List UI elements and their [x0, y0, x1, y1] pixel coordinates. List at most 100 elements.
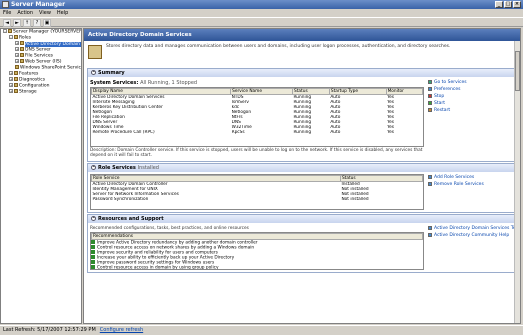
folder-icon: [14, 77, 18, 81]
tree-node-label: Diagnostics: [19, 77, 46, 83]
tree-node-label: File Services: [25, 53, 53, 59]
role-services-section: ⌃ Role Services Installed Role Service Sta…: [87, 163, 517, 213]
task-link[interactable]: Go to Services: [428, 79, 514, 86]
system-services-counts: All Running, 1 Stopped: [140, 80, 198, 86]
task-link[interactable]: Active Directory Domain Services TechCen…: [428, 225, 520, 232]
resources-intro: Recommended configurations, tasks, best …: [90, 226, 249, 231]
up-icon[interactable]: ↑: [23, 19, 31, 27]
services-table: Display Name Service Name Status Startup Ty…: [90, 87, 424, 147]
main-panel: Active Directory Domain Services Stores …: [83, 28, 521, 324]
task-link[interactable]: Add Role Services: [428, 174, 514, 181]
console-icon[interactable]: ▣: [43, 19, 51, 27]
toolbar: ◄ ► ↑ ? ▣: [0, 17, 523, 27]
table-row[interactable]: Remote Procedure Call (RPC) RpcSs Running A…: [92, 130, 423, 135]
menu-view[interactable]: View: [39, 9, 51, 17]
collapse-icon[interactable]: ⌃: [91, 70, 96, 75]
role-services-header[interactable]: ⌃ Role Services Installed: [88, 164, 516, 172]
tree-node-label: Roles: [19, 35, 32, 41]
tree-node-label: Configuration: [19, 83, 50, 89]
tree-node[interactable]: + Storage: [1, 89, 81, 95]
help-icon[interactable]: ?: [33, 19, 41, 27]
service-description-note: Description: Domain Controller service. …: [90, 148, 423, 158]
resources-header[interactable]: ⌃ Resources and Support: [88, 215, 516, 223]
summary-title: Summary: [98, 70, 125, 76]
menu-action[interactable]: Action: [17, 9, 33, 17]
task-link[interactable]: Active Directory Community Help: [428, 232, 514, 239]
menu-help[interactable]: Help: [57, 9, 68, 17]
folder-icon: [20, 53, 24, 57]
task-label: Add Role Services: [434, 175, 475, 180]
expand-icon[interactable]: +: [9, 71, 13, 75]
page-title: Active Directory Domain Services: [84, 29, 520, 41]
window-title: Server Manager: [11, 1, 66, 8]
expand-icon[interactable]: +: [9, 89, 13, 93]
summary-header[interactable]: ⌃ Summary: [88, 69, 516, 77]
maximize-button[interactable]: □: [504, 1, 512, 8]
task-icon: [428, 174, 432, 179]
vertical-scrollbar[interactable]: [514, 41, 520, 323]
role-description: Stores directory data and manages commun…: [84, 41, 520, 67]
tree-node-label: Server Manager (YOURSERVER): [13, 29, 82, 35]
expand-icon[interactable]: +: [9, 77, 13, 81]
task-link[interactable]: Remove Role Services: [428, 181, 514, 188]
expand-icon[interactable]: +: [15, 41, 19, 45]
server-manager-icon: [2, 1, 9, 8]
expand-icon[interactable]: +: [9, 83, 13, 87]
scrollbar-thumb[interactable]: [515, 51, 520, 91]
forward-icon[interactable]: ►: [13, 19, 21, 27]
summary-section: ⌃ Summary System Services: All Running, 1…: [87, 68, 517, 162]
collapse-icon[interactable]: ⌃: [91, 216, 96, 221]
tree-node-label: Features: [19, 71, 39, 77]
task-icon: [428, 225, 432, 230]
system-services-heading: System Services: All Running, 1 Stopped: [90, 79, 424, 87]
check-icon: [91, 265, 95, 269]
recommendations-header: Recommendations: [91, 233, 423, 240]
folder-icon: [14, 35, 18, 39]
table-cell: Password Synchronization: [92, 197, 149, 202]
last-refresh-text: Last Refresh: 5/17/2007 12:57:29 PM: [3, 327, 96, 333]
folder-icon: [14, 89, 18, 93]
task-link[interactable]: Restart: [428, 107, 514, 114]
task-link[interactable]: Stop: [428, 93, 514, 100]
expand-icon[interactable]: -: [3, 29, 7, 33]
task-icon: [428, 79, 432, 84]
expand-icon[interactable]: +: [15, 47, 19, 51]
task-icon: [428, 86, 432, 91]
configure-refresh-link[interactable]: Configure refresh: [100, 326, 143, 334]
task-icon: [428, 232, 432, 237]
check-icon: [91, 240, 95, 244]
table-cell: Auto: [330, 130, 341, 135]
task-label: Preferences: [434, 87, 461, 92]
expand-icon[interactable]: -: [9, 35, 13, 39]
tree-node-label: Web Server (IIS): [25, 59, 62, 65]
task-label: Remove Role Services: [434, 182, 484, 187]
folder-icon: [20, 47, 24, 51]
system-services-label: System Services:: [90, 80, 139, 86]
expand-icon[interactable]: +: [15, 53, 19, 57]
title-bar: Server Manager _ □ ×: [0, 0, 523, 9]
task-icon: [428, 107, 432, 112]
task-label: Active Directory Community Help: [434, 233, 510, 238]
task-link[interactable]: Start: [428, 100, 514, 107]
task-link[interactable]: Preferences: [428, 86, 514, 93]
check-icon: [91, 245, 95, 249]
table-cell: Running: [293, 130, 312, 135]
table-cell: Yes: [387, 130, 395, 135]
folder-icon: [20, 41, 24, 45]
tree-node-label: Storage: [19, 89, 37, 95]
resources-title: Resources and Support: [98, 216, 164, 222]
tree-node-label: DNS Server: [25, 47, 51, 53]
minimize-button[interactable]: _: [495, 1, 503, 8]
folder-icon: [8, 29, 12, 33]
back-icon[interactable]: ◄: [3, 19, 11, 27]
collapse-icon[interactable]: ⌃: [91, 165, 96, 170]
tree-node-label: Windows SharePoint Services: [20, 65, 82, 71]
close-button[interactable]: ×: [513, 1, 521, 8]
task-icon: [428, 100, 432, 105]
menu-file[interactable]: File: [3, 9, 11, 17]
menu-bar: File Action View Help: [0, 9, 523, 17]
expand-icon[interactable]: +: [15, 59, 19, 63]
list-item[interactable]: Control resource access in domain by usi…: [91, 265, 423, 269]
table-cell: Remote Procedure Call (RPC): [92, 130, 155, 135]
table-row[interactable]: Password Synchronization Not installed: [92, 197, 423, 202]
